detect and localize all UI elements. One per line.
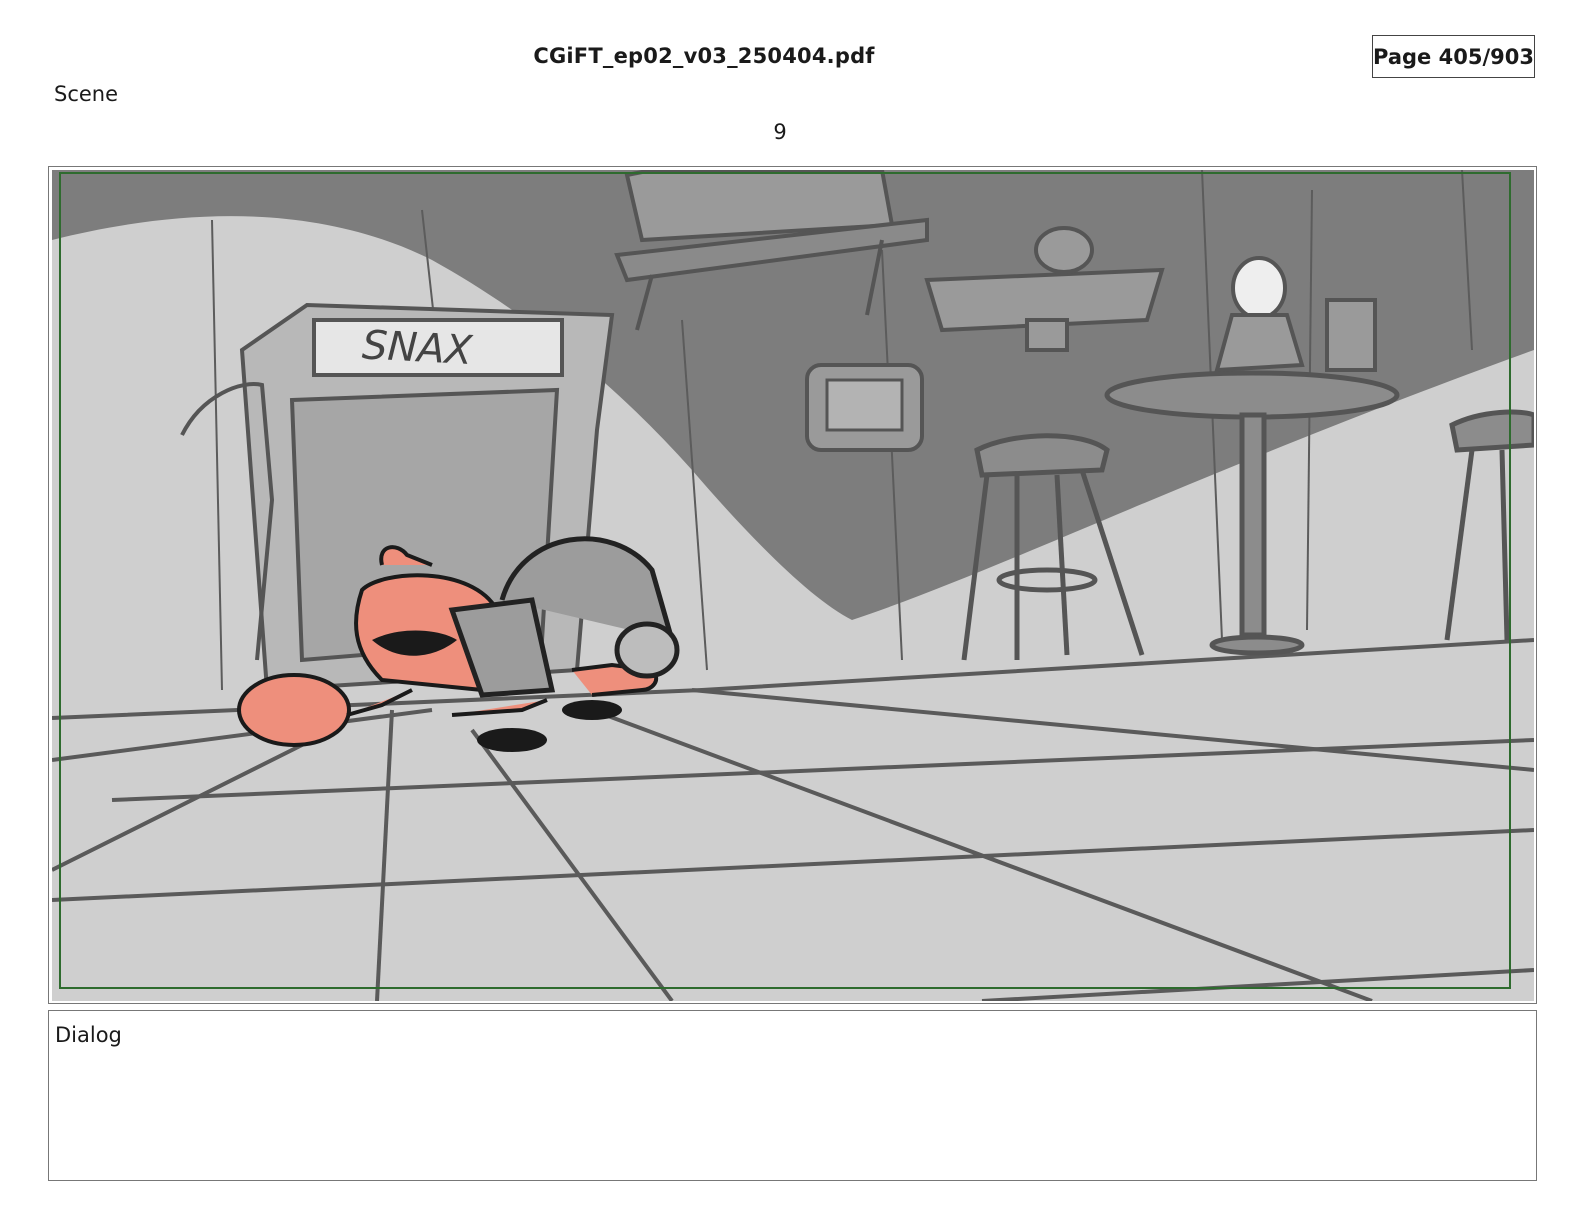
scene-number: 9 (773, 120, 787, 144)
page-indicator: Page 405/903 (1372, 35, 1535, 78)
document-title: CGiFT_ep02_v03_250404.pdf (533, 44, 875, 68)
storyboard-drawing: SNAX (52, 170, 1534, 1001)
storyboard-panel: SNAX (48, 166, 1537, 1004)
snax-sign-text: SNAX (361, 322, 475, 374)
dialog-label: Dialog (55, 1023, 122, 1047)
scene-label: Scene (54, 82, 119, 106)
dialog-box: Dialog (48, 1010, 1537, 1181)
